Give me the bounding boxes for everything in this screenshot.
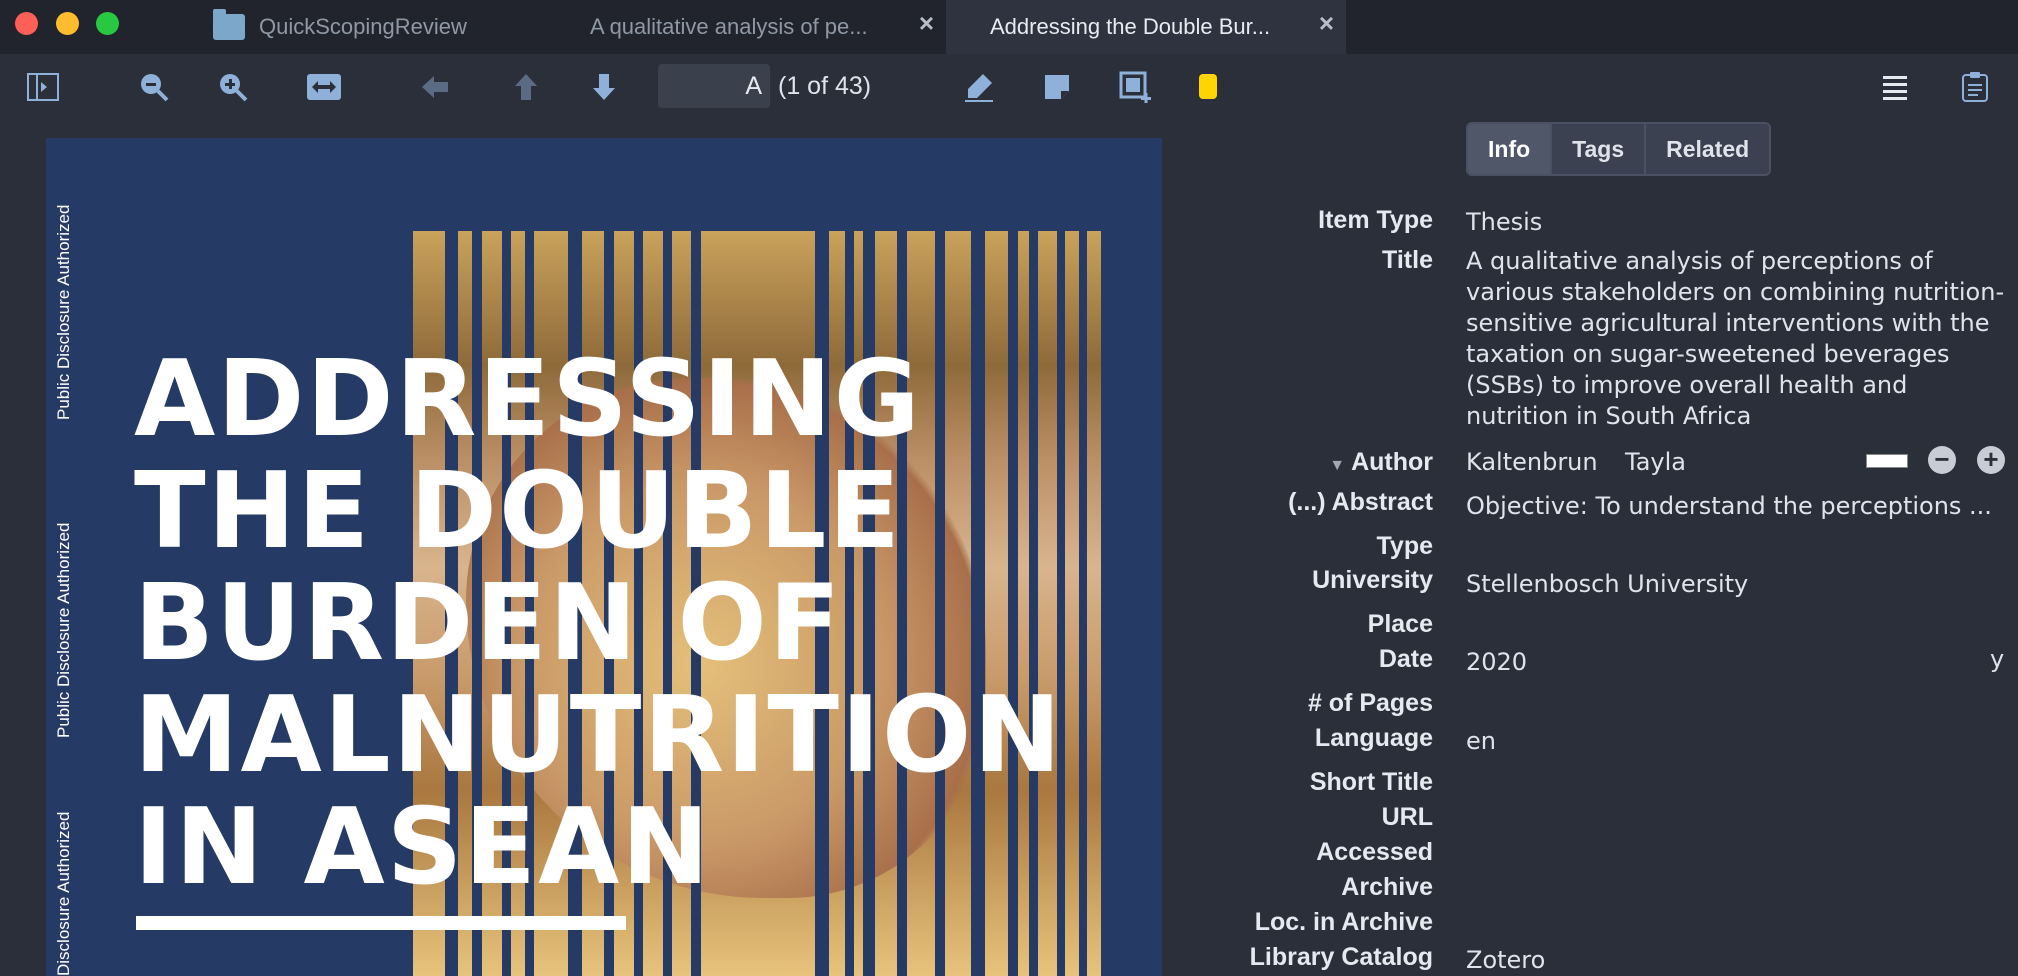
navigate-back-icon[interactable] — [419, 70, 451, 104]
field-label: Archive — [1341, 873, 1433, 901]
field-label: Date — [1378, 645, 1433, 673]
page-count: (1 of 43) — [778, 72, 872, 100]
highlight-tool-icon[interactable] — [962, 70, 996, 104]
date-format-indicator: y — [1990, 645, 2005, 673]
university-value[interactable]: Stellenbosch University — [1466, 570, 1748, 598]
field-label: Library Catalog — [1249, 943, 1433, 971]
date-value[interactable]: 2020 — [1466, 648, 1527, 676]
field-label: University — [1312, 566, 1433, 594]
tab-addressing-double-burden-label: Addressing the Double Bur... — [990, 14, 1271, 39]
field-label: Type — [1376, 532, 1434, 560]
field-label: # of Pages — [1307, 689, 1433, 717]
field-label: Item Type — [1318, 206, 1433, 234]
annotation-color-swatch[interactable] — [1199, 74, 1217, 99]
tab-related[interactable]: Related — [1646, 124, 1770, 174]
tab-addressing-double-burden[interactable]: Addressing the Double Bur... × — [946, 0, 1346, 54]
tab-library[interactable]: QuickScopingReview — [213, 0, 563, 54]
collapse-triangle-icon: ▼ — [1329, 457, 1346, 474]
close-tab-icon[interactable]: × — [1319, 8, 1334, 39]
abstract-value[interactable]: Objective: To understand the perceptions… — [1466, 492, 1992, 520]
author-last-name[interactable]: Kaltenbrun — [1466, 448, 1598, 476]
pdf-page[interactable]: Public Disclosure Authorized Public Disc… — [46, 138, 1162, 976]
close-tab-icon[interactable]: × — [919, 8, 934, 39]
page-number-input[interactable]: A — [658, 64, 770, 108]
field-label: Short Title — [1309, 768, 1433, 796]
toggle-sidebar-icon[interactable] — [26, 70, 60, 104]
author-first-name[interactable]: Tayla — [1625, 448, 1686, 476]
field-label: Place — [1367, 610, 1433, 638]
maximize-window-button[interactable] — [96, 12, 119, 35]
tab-qualitative-analysis[interactable]: A qualitative analysis of pe... × — [568, 0, 946, 54]
field-label: Language — [1314, 724, 1433, 752]
disclosure-label: Public Disclosure Authorized — [54, 522, 73, 738]
notes-pane-icon[interactable] — [1960, 70, 1990, 104]
previous-page-icon[interactable] — [512, 70, 540, 104]
title-value[interactable]: A qualitative analysis of perceptions of… — [1466, 246, 2006, 432]
tab-library-label: QuickScopingReview — [259, 14, 467, 39]
fit-width-icon[interactable] — [306, 70, 342, 104]
disclosure-label: Public Disclosure Authorized — [54, 204, 73, 420]
tab-qualitative-analysis-label: A qualitative analysis of pe... — [590, 14, 868, 39]
disclosure-label: Disclosure Authorized — [54, 811, 73, 976]
area-select-tool-icon[interactable] — [1119, 70, 1151, 104]
close-window-button[interactable] — [15, 12, 38, 35]
add-author-icon[interactable]: + — [1977, 446, 2005, 474]
tab-tags[interactable]: Tags — [1552, 124, 1647, 174]
next-page-icon[interactable] — [590, 70, 618, 104]
cover-title: ADDRESSING THE DOUBLE BURDEN OF MALNUTRI… — [134, 338, 1064, 908]
field-label: Loc. in Archive — [1254, 908, 1433, 936]
minimize-window-button[interactable] — [56, 12, 79, 35]
item-pane-tabs: Info Tags Related — [1466, 122, 1772, 176]
language-value[interactable]: en — [1466, 727, 1496, 755]
title-bar: QuickScopingReview A qualitative analysi… — [0, 0, 2018, 54]
field-label: ▼ Author — [1329, 448, 1433, 476]
zoom-out-icon[interactable] — [138, 70, 170, 104]
field-label: URL — [1381, 803, 1433, 831]
field-label: Accessed — [1316, 838, 1433, 866]
note-tool-icon[interactable] — [1042, 70, 1072, 104]
cover-underline — [136, 916, 626, 930]
field-label: Title — [1382, 246, 1433, 274]
folder-icon — [213, 9, 245, 40]
zoom-in-icon[interactable] — [217, 70, 249, 104]
field-label: (...) Abstract — [1288, 488, 1433, 516]
tab-info[interactable]: Info — [1468, 124, 1553, 174]
remove-author-icon[interactable]: − — [1928, 446, 1956, 474]
toggle-outline-icon[interactable] — [1880, 70, 1910, 104]
creator-type-toggle[interactable] — [1866, 454, 1908, 468]
library-catalog-value[interactable]: Zotero — [1466, 946, 1545, 974]
item-type-value[interactable]: Thesis — [1466, 208, 1542, 236]
